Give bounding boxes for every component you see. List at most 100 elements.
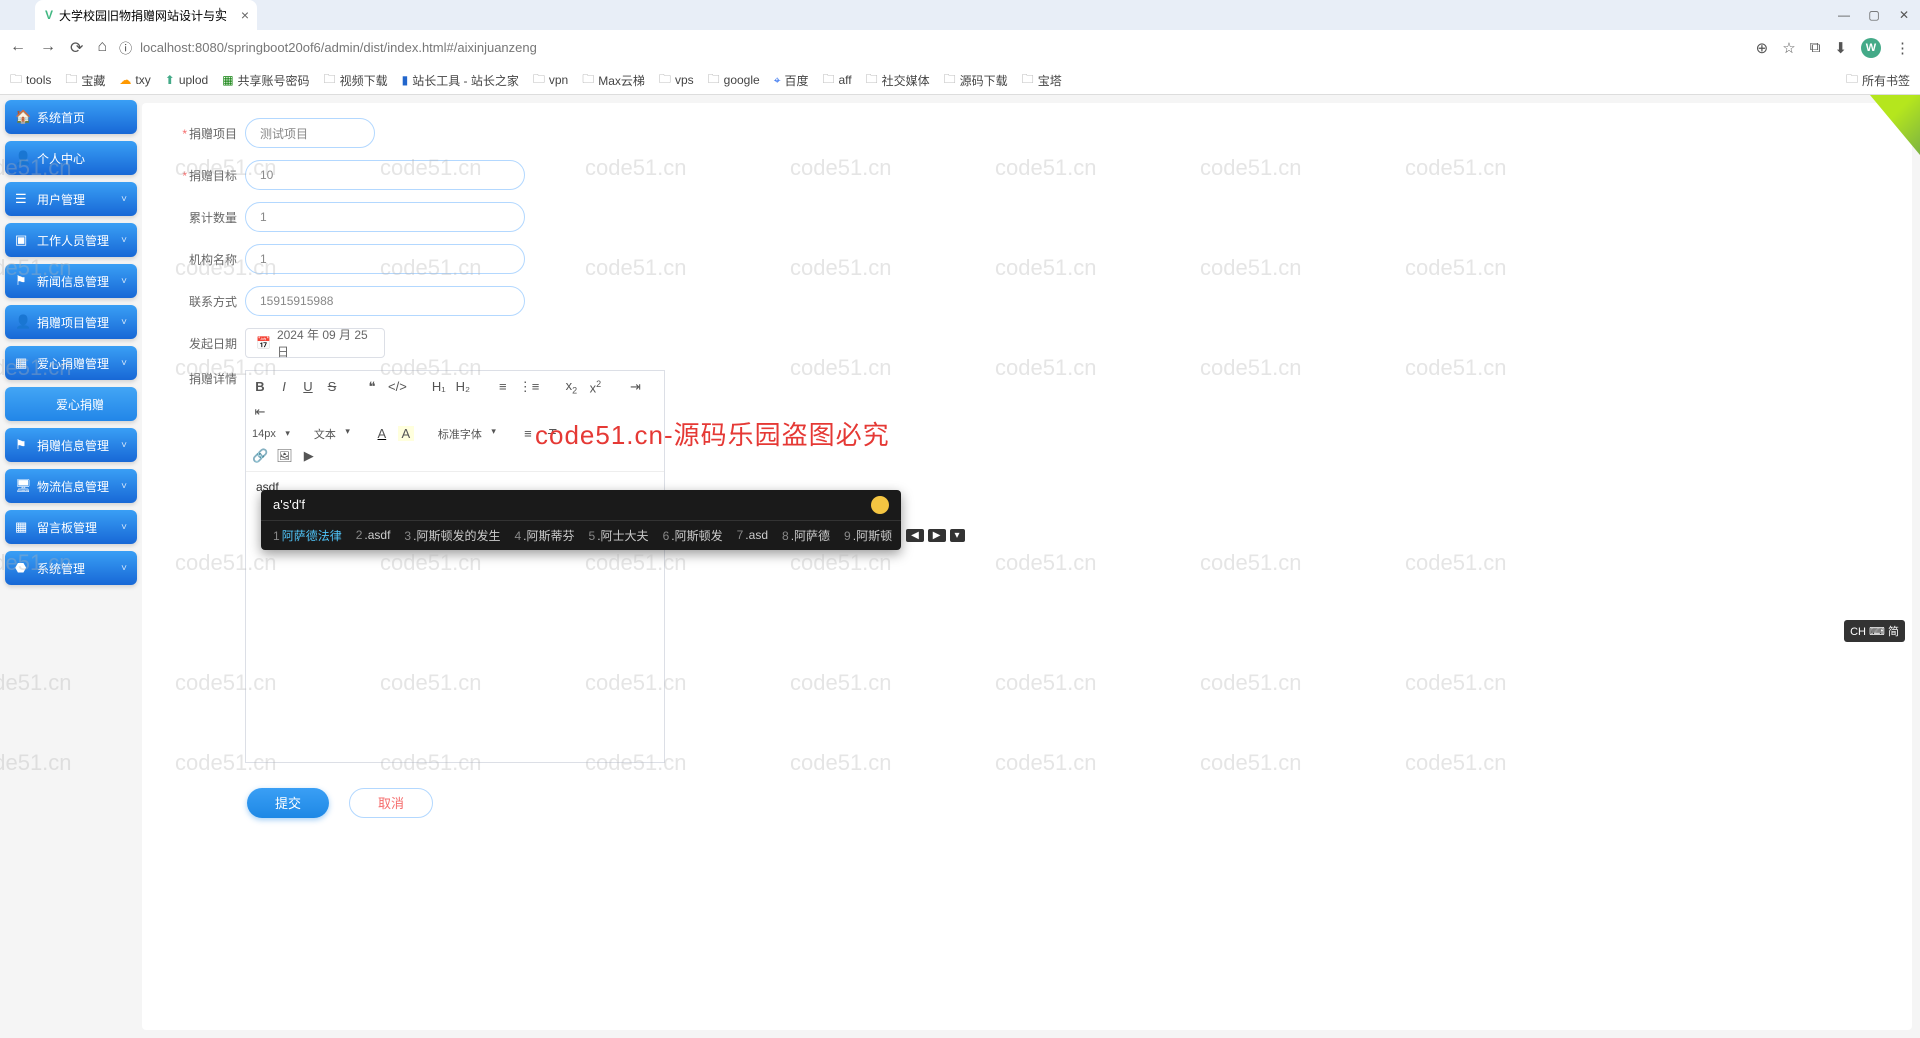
outdent-icon[interactable]: ⇤ bbox=[252, 404, 268, 420]
nav-home-icon[interactable]: ⌂ bbox=[97, 38, 107, 58]
ime-candidate[interactable]: 3.阿斯顿发的发生 bbox=[404, 527, 500, 544]
superscript-icon[interactable]: x2 bbox=[587, 379, 603, 395]
sidebar-item-charity-mgmt[interactable]: ▦爱心捐赠管理˅ bbox=[5, 346, 137, 380]
ime-candidate[interactable]: 5.阿士大夫 bbox=[589, 527, 649, 544]
bookmark-item[interactable]: 🗀视频下载 bbox=[324, 70, 388, 91]
ime-next-icon[interactable]: ▶ bbox=[928, 529, 946, 542]
code-icon[interactable]: </> bbox=[388, 379, 407, 394]
input-count[interactable] bbox=[245, 202, 525, 232]
translate-icon[interactable]: ⊕ bbox=[1756, 39, 1769, 57]
extensions-icon[interactable]: ⧉ bbox=[1810, 39, 1821, 56]
link-icon[interactable]: 🔗 bbox=[252, 448, 268, 464]
ime-prev-icon[interactable]: ◀ bbox=[906, 529, 924, 542]
emoji-icon[interactable] bbox=[871, 496, 889, 514]
menu-icon[interactable]: ⋮ bbox=[1895, 39, 1910, 57]
download-icon[interactable]: ⬇ bbox=[1834, 39, 1847, 57]
list-ordered-icon[interactable]: ≡ bbox=[495, 379, 511, 394]
nav-back-icon[interactable]: ← bbox=[10, 38, 26, 58]
input-project[interactable] bbox=[245, 118, 375, 148]
ime-status-badge[interactable]: CH ⌨ 简 bbox=[1844, 620, 1905, 642]
strike-icon[interactable]: S bbox=[324, 379, 340, 394]
sidebar-item-donation-projects[interactable]: 👤捐赠项目管理˅ bbox=[5, 305, 137, 339]
format-select[interactable]: 文本 bbox=[314, 426, 350, 442]
ime-candidate[interactable]: 8.阿萨德 bbox=[782, 527, 830, 544]
url-text: localhost:8080/springboot20of6/admin/dis… bbox=[140, 40, 537, 55]
editor-body[interactable]: asdf a's'd'f 1阿萨德法律 2.asdf 3.阿斯顿发的发生 4.阿… bbox=[246, 472, 664, 762]
sidebar-item-messages[interactable]: ▦留言板管理˅ bbox=[5, 510, 137, 544]
new-tab-icon[interactable]: + bbox=[215, 4, 224, 22]
bookmark-star-icon[interactable]: ☆ bbox=[1782, 39, 1795, 57]
nav-forward-icon[interactable]: → bbox=[40, 38, 56, 58]
sidebar-item-home[interactable]: 🏠系统首页 bbox=[5, 100, 137, 134]
clear-format-icon[interactable]: T bbox=[544, 426, 560, 441]
bookmark-item[interactable]: 🗀宝塔 bbox=[1022, 70, 1062, 91]
user-icon: 👤 bbox=[15, 314, 29, 330]
sidebar-item-staff[interactable]: ▣工作人员管理˅ bbox=[5, 223, 137, 257]
tab-close-icon[interactable]: × bbox=[241, 7, 249, 23]
cancel-button[interactable]: 取消 bbox=[349, 788, 433, 818]
window-bar: — ▢ ✕ bbox=[0, 0, 1920, 30]
bookmark-item[interactable]: ▦共享账号密码 bbox=[222, 72, 309, 89]
input-org[interactable] bbox=[245, 244, 525, 274]
bookmark-item[interactable]: ☁txy bbox=[119, 73, 150, 87]
nav-reload-icon[interactable]: ⟳ bbox=[70, 38, 83, 58]
quote-icon[interactable]: ❝ bbox=[364, 379, 380, 395]
submit-button[interactable]: 提交 bbox=[247, 788, 329, 818]
input-date[interactable]: 📅 2024 年 09 月 25 日 bbox=[245, 328, 385, 358]
window-close-icon[interactable]: ✕ bbox=[1898, 9, 1910, 21]
underline-icon[interactable]: U bbox=[300, 379, 316, 394]
indent-icon[interactable]: ⇥ bbox=[627, 379, 643, 395]
bookmark-item[interactable]: 🗀Max云梯 bbox=[582, 70, 645, 91]
font-color-icon[interactable]: A bbox=[374, 426, 390, 441]
sidebar-item-donation-info[interactable]: ⚑捐赠信息管理˅ bbox=[5, 428, 137, 462]
h2-icon[interactable]: H₂ bbox=[455, 379, 471, 394]
rich-text-editor: B I U S ❝ </> H₁ H₂ ≡ ⋮≡ x2 bbox=[245, 370, 665, 763]
bookmark-item[interactable]: 🗀tools bbox=[10, 70, 51, 91]
h1-icon[interactable]: H₁ bbox=[431, 379, 447, 394]
sidebar-item-label: 物流信息管理 bbox=[37, 478, 109, 495]
url-field[interactable]: ⓘ localhost:8080/springboot20of6/admin/d… bbox=[119, 38, 1744, 57]
bookmark-item[interactable]: 🗀源码下载 bbox=[944, 70, 1008, 91]
sidebar-item-profile[interactable]: 👤个人中心 bbox=[5, 141, 137, 175]
sidebar-item-news[interactable]: ⚑新闻信息管理˅ bbox=[5, 264, 137, 298]
bg-color-icon[interactable]: A bbox=[398, 426, 414, 441]
window-minimize-icon[interactable]: — bbox=[1838, 9, 1850, 21]
folder-icon: 🗀 bbox=[944, 70, 956, 91]
ime-expand-icon[interactable]: ▾ bbox=[950, 529, 965, 542]
italic-icon[interactable]: I bbox=[276, 379, 292, 394]
sidebar-item-logistics[interactable]: 🖥物流信息管理˅ bbox=[5, 469, 137, 503]
bookmark-item[interactable]: 🗀社交媒体 bbox=[866, 70, 930, 91]
subscript-icon[interactable]: x2 bbox=[563, 378, 579, 396]
bookmark-item[interactable]: 🗀vpn bbox=[533, 70, 568, 91]
bookmark-item[interactable]: ⬆uplod bbox=[165, 73, 208, 87]
ime-candidate[interactable]: 1阿萨德法律 bbox=[273, 527, 342, 544]
list-bullet-icon[interactable]: ⋮≡ bbox=[519, 379, 540, 395]
ime-candidate[interactable]: 4.阿斯蒂芬 bbox=[514, 527, 574, 544]
sidebar-item-label: 系统管理 bbox=[37, 560, 85, 577]
ime-candidate[interactable]: 6.阿斯顿发 bbox=[663, 527, 723, 544]
bookmark-item[interactable]: 🗀google bbox=[708, 70, 760, 91]
image-icon[interactable]: 🖼 bbox=[276, 448, 293, 464]
site-info-icon[interactable]: ⓘ bbox=[119, 38, 132, 57]
bookmark-item[interactable]: ⌖百度 bbox=[774, 72, 809, 89]
bookmark-item[interactable]: 🗀vps bbox=[659, 70, 694, 91]
input-target[interactable] bbox=[245, 160, 525, 190]
bookmark-item[interactable]: 🗀宝藏 bbox=[65, 70, 105, 91]
ime-candidate[interactable]: 7.asd bbox=[737, 528, 768, 542]
bookmark-item[interactable]: 🗀aff bbox=[822, 70, 851, 91]
bold-icon[interactable]: B bbox=[252, 379, 268, 394]
sidebar-item-system[interactable]: ⬣系统管理˅ bbox=[5, 551, 137, 585]
profile-avatar[interactable]: W bbox=[1861, 38, 1881, 58]
bookmark-item[interactable]: ▮站长工具 - 站长之家 bbox=[402, 72, 519, 89]
align-icon[interactable]: ≡ bbox=[520, 426, 536, 441]
input-contact[interactable] bbox=[245, 286, 525, 316]
window-maximize-icon[interactable]: ▢ bbox=[1868, 9, 1880, 21]
video-icon[interactable]: ▶ bbox=[301, 448, 317, 464]
ime-candidate[interactable]: 2.asdf bbox=[356, 528, 391, 542]
sidebar-item-charity[interactable]: 爱心捐赠 bbox=[5, 387, 137, 421]
ime-candidate[interactable]: 9.阿斯顿 bbox=[844, 527, 892, 544]
bookmark-all[interactable]: 🗀所有书签 bbox=[1846, 70, 1910, 91]
sidebar-item-users[interactable]: ☰用户管理˅ bbox=[5, 182, 137, 216]
font-size-select[interactable]: 14px bbox=[252, 428, 290, 440]
font-family-select[interactable]: 标准字体 bbox=[438, 426, 496, 442]
